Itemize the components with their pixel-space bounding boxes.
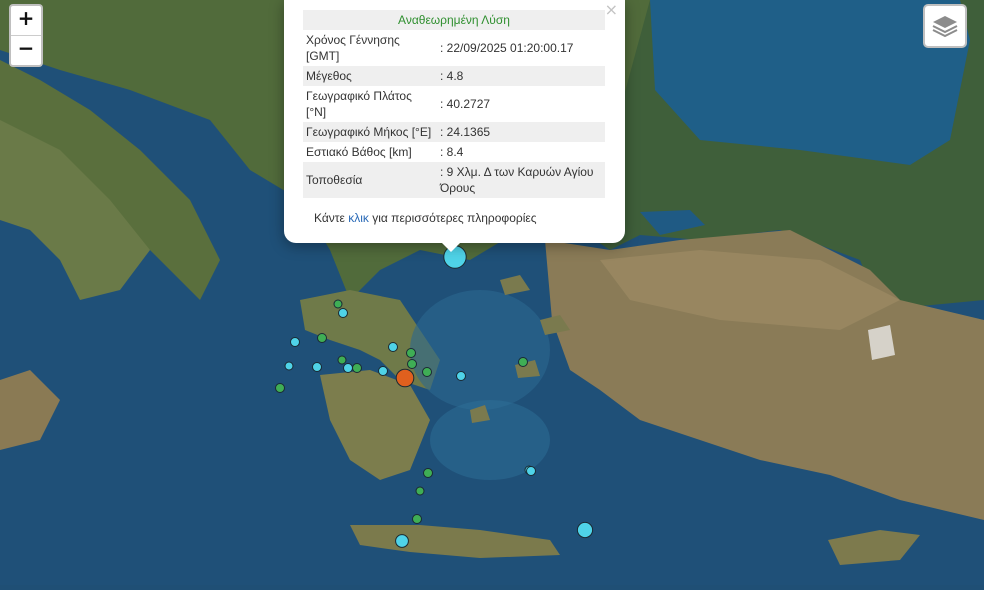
event-details-table: Αναθεωρημένη Λύση Χρόνος Γέννησης [GMT]:… <box>303 10 605 198</box>
popup-title: Αναθεωρημένη Λύση <box>303 10 605 30</box>
quake-marker[interactable] <box>406 348 416 358</box>
detail-row-magnitude: Μέγεθος: 4.8 <box>303 66 605 86</box>
detail-row-location: Τοποθεσία: 9 Χλμ. Δ των Καρυών Αγίου Όρο… <box>303 162 605 198</box>
layers-icon <box>932 16 958 38</box>
detail-row-longitude: Γεωγραφικό Μήκος [°E]: 24.1365 <box>303 122 605 142</box>
quake-marker[interactable] <box>337 355 347 365</box>
close-icon[interactable]: × <box>605 0 618 19</box>
quake-marker[interactable] <box>312 362 322 372</box>
label-magnitude: Μέγεθος <box>303 66 437 86</box>
label-origin-time: Χρόνος Γέννησης [GMT] <box>306 33 400 63</box>
quake-marker[interactable] <box>576 521 594 539</box>
label-longitude: Γεωγραφικό Μήκος [°E] <box>303 122 437 142</box>
quake-marker[interactable] <box>343 363 353 373</box>
quake-marker[interactable] <box>388 342 398 352</box>
detail-row-depth: Εστιακό Βάθος [km] : 8.4 <box>303 142 605 162</box>
quake-marker[interactable] <box>526 466 536 476</box>
popup-tip <box>441 242 461 252</box>
quake-marker[interactable] <box>317 333 327 343</box>
quake-marker[interactable] <box>395 534 409 548</box>
value-depth: : 8.4 <box>440 145 464 159</box>
value-latitude: : 40.2727 <box>440 97 491 111</box>
quake-marker[interactable] <box>378 366 388 376</box>
quake-marker[interactable] <box>333 299 343 309</box>
detail-row-time: Χρόνος Γέννησης [GMT] : 22/09/2025 01:20:… <box>303 30 605 66</box>
quake-marker[interactable] <box>290 337 300 347</box>
zoom-in-button[interactable]: + <box>11 6 41 35</box>
label-depth: Εστιακό Βάθος [km] <box>306 145 412 159</box>
quake-marker[interactable] <box>415 486 425 496</box>
value-magnitude: : 4.8 <box>437 66 605 86</box>
layers-button[interactable] <box>923 4 967 48</box>
quake-marker[interactable] <box>422 367 432 377</box>
quake-marker[interactable] <box>423 468 433 478</box>
quake-marker[interactable] <box>395 368 415 388</box>
quake-marker[interactable] <box>275 383 285 393</box>
zoom-out-button[interactable]: − <box>11 35 41 65</box>
more-info-link[interactable]: κλικ <box>348 211 369 225</box>
value-longitude: : 24.1365 <box>437 122 605 142</box>
label-latitude: Γεωγραφικό Πλάτος [°N] <box>306 89 412 119</box>
quake-marker[interactable] <box>338 308 348 318</box>
quake-marker[interactable] <box>407 359 417 369</box>
quake-marker[interactable] <box>518 357 528 367</box>
more-info-suffix: για περισσότερες πληροφορίες <box>368 211 537 225</box>
more-info-prefix: Κάντε <box>314 211 349 225</box>
quake-marker[interactable] <box>412 514 422 524</box>
detail-row-latitude: Γεωγραφικό Πλάτος [°N] : 40.2727 <box>303 86 605 122</box>
event-popup: × Αναθεωρημένη Λύση Χρόνος Γέννησης [GMT… <box>284 0 625 243</box>
quake-marker[interactable] <box>284 361 294 371</box>
more-info-text: Κάντε κλικ για περισσότερες πληροφορίες <box>314 211 537 225</box>
value-location: : 9 Χλμ. Δ των Καρυών Αγίου Όρους <box>437 162 605 198</box>
label-location: Τοποθεσία <box>303 162 437 198</box>
value-origin-time: : 22/09/2025 01:20:00.17 <box>440 41 574 55</box>
quake-marker[interactable] <box>352 363 362 373</box>
zoom-control: + − <box>9 4 43 67</box>
quake-marker[interactable] <box>456 371 466 381</box>
